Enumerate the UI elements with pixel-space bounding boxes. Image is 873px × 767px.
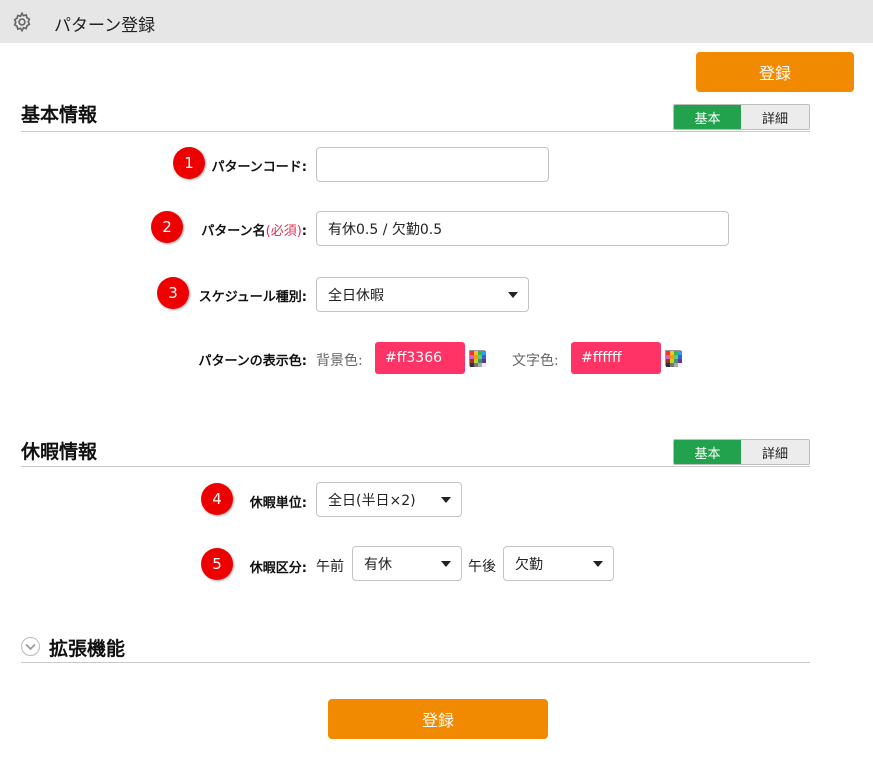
toggle-basic-option[interactable]: 基本 xyxy=(674,105,741,129)
view-toggle-basic: 基本 詳細 xyxy=(673,104,810,130)
leave-type-label: 休暇区分: xyxy=(249,561,307,576)
pattern-code-input[interactable] xyxy=(316,147,549,182)
view-toggle-leave: 基本 詳細 xyxy=(673,439,810,465)
step-badge-4: 4 xyxy=(201,483,233,515)
text-color-label: 文字色: xyxy=(512,353,559,369)
bg-color-label: 背景色: xyxy=(316,353,363,369)
register-button-label: 登録 xyxy=(758,64,791,83)
expand-chevron-icon[interactable] xyxy=(21,637,40,656)
toggle-detail-option[interactable]: 詳細 xyxy=(741,440,809,464)
register-button-top[interactable]: 登録 xyxy=(696,52,854,92)
section-divider xyxy=(21,466,810,467)
section-divider xyxy=(21,131,810,132)
chevron-down-icon xyxy=(508,291,518,298)
palette-icon[interactable] xyxy=(665,350,682,367)
required-mark: (必須) xyxy=(265,224,302,239)
pattern-name-label: パターン名(必須): xyxy=(201,224,307,239)
am-label: 午前 xyxy=(316,559,344,575)
section-title-extension[interactable]: 拡張機能 xyxy=(49,634,125,661)
leave-unit-label: 休暇単位: xyxy=(249,496,307,511)
step-badge-3: 3 xyxy=(157,277,189,309)
register-button-bottom[interactable]: 登録 xyxy=(328,699,548,739)
gear-icon xyxy=(13,11,31,33)
chevron-down-icon xyxy=(441,560,451,567)
register-button-label: 登録 xyxy=(421,711,454,730)
schedule-type-label: スケジュール種別: xyxy=(198,290,307,305)
section-title-basic: 基本情報 xyxy=(21,104,98,126)
chevron-down-icon xyxy=(593,560,603,567)
pm-leave-select[interactable]: 欠勤 xyxy=(503,546,614,581)
schedule-type-select[interactable]: 全日休暇 xyxy=(316,277,529,312)
section-title-leave: 休暇情報 xyxy=(21,441,98,463)
pm-label: 午後 xyxy=(468,559,496,575)
palette-icon[interactable] xyxy=(469,350,486,367)
step-badge-5: 5 xyxy=(201,548,233,580)
pattern-name-input[interactable]: 有休0.5 / 欠勤0.5 xyxy=(316,211,729,246)
step-badge-2: 2 xyxy=(151,211,183,243)
pattern-code-label: パターンコード: xyxy=(211,160,307,175)
toggle-basic-option[interactable]: 基本 xyxy=(674,440,741,464)
title-bar: パターン登録 xyxy=(0,0,873,43)
display-color-label: パターンの表示色: xyxy=(198,354,307,369)
am-leave-select[interactable]: 有休 xyxy=(352,546,462,581)
page-title: パターン登録 xyxy=(54,16,156,36)
toggle-detail-option[interactable]: 詳細 xyxy=(741,105,809,129)
bg-color-input[interactable]: #ff3366 xyxy=(375,342,465,374)
section-divider xyxy=(21,662,810,663)
text-color-input[interactable]: #ffffff xyxy=(571,342,661,374)
chevron-down-icon xyxy=(441,496,451,503)
step-badge-1: 1 xyxy=(173,147,205,179)
leave-unit-select[interactable]: 全日(半日×2) xyxy=(316,482,462,517)
